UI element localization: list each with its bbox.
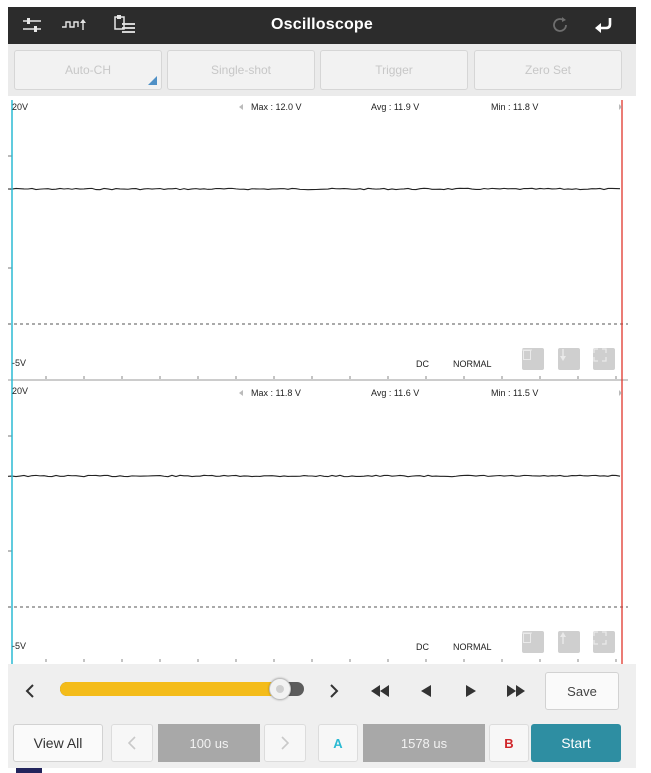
- channel-2-expand-button[interactable]: [593, 631, 615, 653]
- chevron-right-icon: [281, 736, 289, 750]
- fast-rewind-button[interactable]: [366, 678, 394, 704]
- arrow-down-icon: [560, 349, 566, 361]
- sliders-icon[interactable]: [20, 13, 44, 37]
- channel-2-coupling: DC: [416, 642, 429, 652]
- channel-1-mode: NORMAL: [453, 359, 492, 369]
- channel-1-expand-button[interactable]: [593, 348, 615, 370]
- stat-pointer-left-icon: [239, 390, 243, 396]
- channel-1-move-down-button[interactable]: [558, 348, 580, 370]
- page-title: Oscilloscope: [271, 16, 373, 33]
- cursor-a-button[interactable]: A: [318, 724, 358, 762]
- fast-forward-icon: [507, 685, 525, 697]
- dropdown-corner-icon: [148, 76, 157, 85]
- scroll-row: Save: [8, 664, 636, 718]
- channel-1-avg: Avg : 11.9 V: [371, 102, 420, 112]
- cursor-b-button[interactable]: B: [489, 724, 529, 762]
- function-button-row: Auto-CH Single-shot Trigger Zero Set: [8, 44, 636, 96]
- single-shot-button[interactable]: Single-shot: [167, 50, 315, 90]
- channel-1-coupling: DC: [416, 359, 429, 369]
- trigger-label: Trigger: [375, 63, 413, 77]
- fast-forward-button[interactable]: [502, 678, 530, 704]
- refresh-icon[interactable]: [548, 13, 572, 37]
- arrow-up-icon: [560, 632, 566, 644]
- single-shot-label: Single-shot: [210, 63, 272, 77]
- channel-2-bottom-scale: -5V: [12, 641, 27, 651]
- auto-ch-label: Auto-CH: [64, 63, 111, 77]
- trash-icon: [522, 632, 532, 643]
- fast-rewind-icon: [371, 685, 389, 697]
- step-back-button[interactable]: [414, 678, 438, 704]
- timebase-increase-button[interactable]: [264, 724, 306, 762]
- channel-1-waveform: [8, 187, 621, 191]
- channel-1-min: Min : 11.8 V: [491, 102, 539, 112]
- channel-2-top-scale: 20V: [12, 386, 29, 396]
- channel-2-mode: NORMAL: [453, 642, 492, 652]
- step-forward-button[interactable]: [459, 678, 483, 704]
- channel-2-max: Max : 11.8 V: [251, 388, 301, 398]
- channel-2-move-up-button[interactable]: [558, 631, 580, 653]
- auto-ch-button[interactable]: Auto-CH: [14, 50, 162, 90]
- channel-2-delete-button[interactable]: [522, 631, 544, 653]
- waveform-icon[interactable]: [60, 13, 90, 37]
- slider-fill: [60, 682, 280, 696]
- zero-set-label: Zero Set: [524, 63, 572, 77]
- scroll-right-button[interactable]: [322, 678, 346, 704]
- channel-1-delete-button[interactable]: [522, 348, 544, 370]
- chevron-left-icon: [25, 684, 34, 698]
- step-back-icon: [421, 685, 431, 697]
- slider-knob[interactable]: [269, 678, 291, 700]
- back-icon[interactable]: [591, 13, 617, 37]
- channel-2-avg: Avg : 11.6 V: [371, 388, 420, 398]
- trash-icon: [522, 349, 532, 360]
- save-button[interactable]: Save: [545, 672, 619, 710]
- step-forward-icon: [466, 685, 476, 697]
- timebase-value: 100 us: [158, 724, 260, 762]
- timebase-decrease-button[interactable]: [111, 724, 153, 762]
- expand-icon: [593, 348, 607, 362]
- expand-icon: [593, 631, 607, 645]
- start-button[interactable]: Start: [531, 724, 621, 762]
- channel-1-max: Max : 12.0 V: [251, 102, 302, 112]
- chevron-left-icon: [128, 736, 136, 750]
- scroll-left-button[interactable]: [18, 678, 42, 704]
- time-scroll-slider[interactable]: [60, 678, 304, 700]
- view-all-button[interactable]: View All: [13, 724, 103, 762]
- oscilloscope-plot[interactable]: 20V Max : 12.0 V Avg : 11.9 V Min : 11.8…: [8, 96, 628, 664]
- chevron-right-icon: [330, 684, 339, 698]
- title-bar: Oscilloscope: [8, 7, 636, 44]
- stat-pointer-left-icon: [239, 104, 243, 110]
- trigger-button[interactable]: Trigger: [320, 50, 468, 90]
- channel-2-min: Min : 11.5 V: [491, 388, 539, 398]
- plot-canvas: [8, 100, 628, 664]
- file-list-icon[interactable]: [112, 13, 138, 37]
- channel-1-bottom-scale: -5V: [12, 358, 27, 368]
- channel-2-waveform: [8, 474, 621, 478]
- cursor-delta-value: 1578 us: [363, 724, 485, 762]
- bottom-control-bar: View All 100 us A 1578 us B Start: [8, 718, 636, 768]
- zero-set-button[interactable]: Zero Set: [474, 50, 622, 90]
- channel-1-top-scale: 20V: [12, 102, 29, 112]
- corner-badge: [16, 768, 42, 773]
